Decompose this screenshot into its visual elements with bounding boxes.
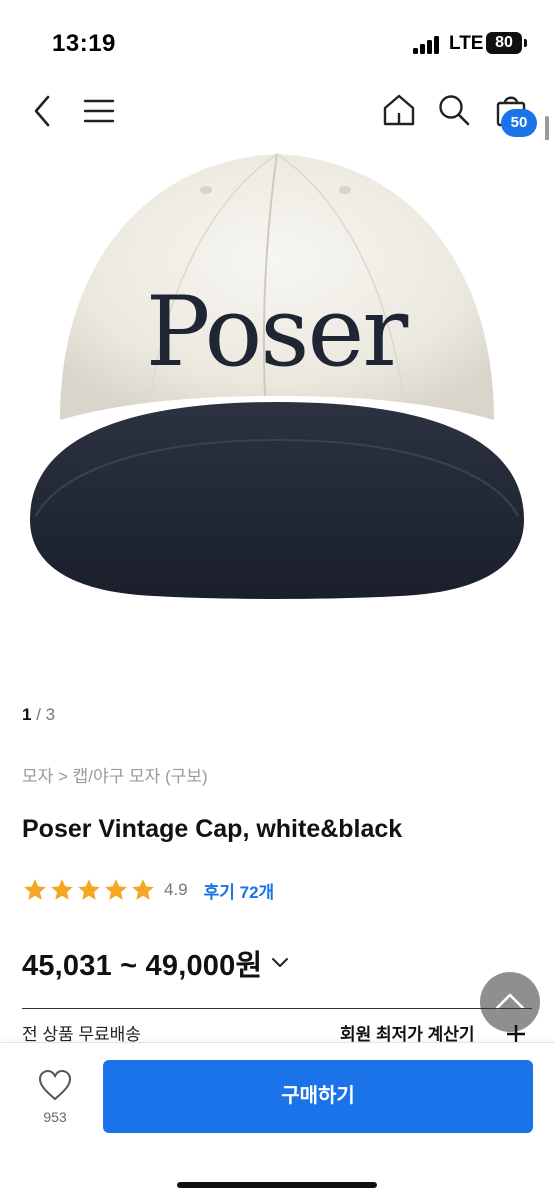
star-icon	[132, 879, 154, 900]
star-icon	[51, 879, 73, 900]
product-title: Poser Vintage Cap, white&black	[22, 815, 403, 843]
home-icon[interactable]	[382, 93, 416, 127]
product-image[interactable]: Poser	[0, 140, 554, 660]
rating-value: 4.9	[164, 880, 188, 899]
menu-icon[interactable]	[83, 97, 115, 125]
price-range: 45,031 ~ 49,000원	[22, 950, 263, 982]
network-label: LTE	[449, 33, 484, 54]
status-time: 13:19	[52, 30, 116, 57]
divider	[22, 1008, 532, 1009]
heart-icon	[38, 1069, 72, 1101]
cart-count-badge: 50	[501, 109, 537, 137]
battery-icon: 80	[486, 32, 522, 54]
cap-embroidery: Poser	[146, 276, 409, 388]
like-count: 953	[43, 1109, 67, 1125]
battery-level: 80	[495, 34, 513, 51]
status-bar: 13:19 LTE 80	[0, 0, 554, 88]
breadcrumb[interactable]: 모자 > 캡/야구 모자 (구보)	[22, 762, 208, 787]
star-icon	[24, 879, 46, 900]
image-counter-separator: /	[31, 705, 46, 724]
chevron-down-icon[interactable]	[270, 956, 290, 970]
back-icon[interactable]	[30, 94, 56, 128]
price-row[interactable]: 45,031 ~ 49,000원	[22, 942, 290, 984]
battery-cap	[524, 39, 527, 47]
cap-illustration: Poser	[30, 153, 524, 599]
image-counter: 1 / 3	[22, 705, 55, 725]
rating-row[interactable]: 4.9 후기 72개	[22, 876, 274, 904]
star-icon	[105, 879, 127, 900]
search-icon[interactable]	[437, 93, 471, 127]
rating-stars	[22, 877, 157, 903]
image-counter-total: 3	[45, 705, 56, 724]
review-count-link[interactable]: 후기 72개	[204, 878, 275, 903]
home-indicator	[177, 1182, 377, 1188]
buy-button[interactable]: 구매하기	[103, 1060, 533, 1133]
signal-icon	[413, 34, 443, 54]
star-icon	[78, 879, 100, 900]
like-button[interactable]: 953	[22, 1062, 88, 1132]
